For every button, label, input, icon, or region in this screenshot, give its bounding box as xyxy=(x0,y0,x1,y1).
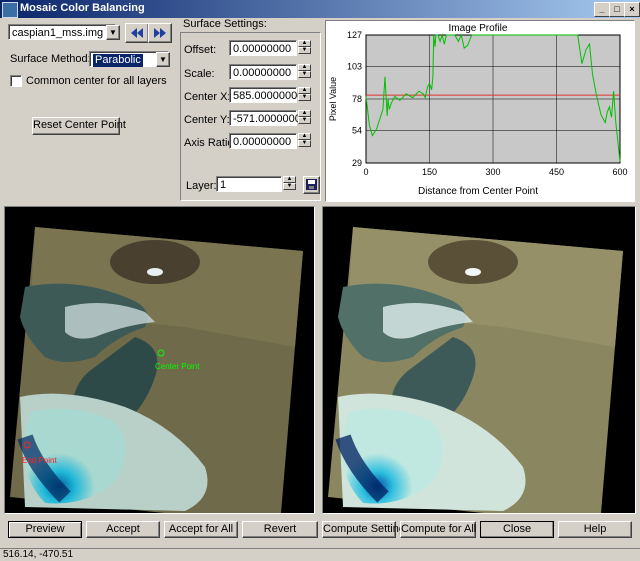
scale-spinner[interactable]: ▲ ▼ xyxy=(298,64,311,80)
x-tick-label: 300 xyxy=(485,167,500,177)
preview-image-canvas[interactable] xyxy=(323,207,635,513)
save-icon xyxy=(306,179,317,190)
salt-flat xyxy=(465,268,481,276)
center-x-label: Center X: xyxy=(184,91,231,103)
rewind-icon xyxy=(131,28,143,38)
minimize-button[interactable]: _ xyxy=(594,2,610,17)
next-image-button[interactable] xyxy=(148,23,172,43)
x-tick-label: 150 xyxy=(422,167,437,177)
close-button[interactable]: Close xyxy=(480,521,554,538)
image-select[interactable]: caspian1_mss.img xyxy=(8,24,116,40)
compute-for-all-button[interactable]: Compute for All xyxy=(400,521,476,538)
surface-method-value: Parabolic xyxy=(93,54,143,67)
center-y-label: Center Y: xyxy=(184,114,230,126)
scale-field[interactable]: 0.00000000 xyxy=(229,64,297,80)
y-tick-label: 103 xyxy=(347,61,362,71)
accept-button[interactable]: Accept xyxy=(86,521,160,538)
y-tick-label: 78 xyxy=(352,94,362,104)
center-x-spinner[interactable]: ▲ ▼ xyxy=(298,87,311,103)
title-bar: Mosaic Color Balancing _ □ × xyxy=(0,0,640,18)
chart-ylabel: Pixel Value xyxy=(328,77,338,121)
preview-button[interactable]: Preview xyxy=(8,521,82,538)
image-profile-chart: 0 150 300 450 600 127 103 78 54 29 Image Profile… xyxy=(328,23,628,197)
app-icon xyxy=(2,2,18,18)
dark-basin xyxy=(428,240,518,284)
cursor-coords: 516.14, -470.51 xyxy=(3,549,74,560)
common-center-label: Common center for all layers xyxy=(26,75,167,87)
offset-label: Offset: xyxy=(184,44,217,56)
compute-settings-button[interactable]: Compute Settings xyxy=(322,521,410,538)
dark-basin xyxy=(110,240,200,284)
fast-forward-icon xyxy=(154,28,166,38)
status-bar: 516.14, -470.51 xyxy=(0,548,640,561)
x-tick-label: 600 xyxy=(612,167,627,177)
center-x-field[interactable]: 585.00000000 xyxy=(229,87,303,103)
surface-method-dropdown-icon[interactable]: ▼ xyxy=(156,52,170,67)
image-select-value: caspian1_mss.img xyxy=(12,27,104,39)
source-image-canvas[interactable]: Center Point End Point xyxy=(5,207,314,513)
accept-for-all-button[interactable]: Accept for All xyxy=(164,521,238,538)
maximize-button[interactable]: □ xyxy=(609,2,625,17)
common-center-checkbox[interactable] xyxy=(10,75,22,87)
center-point-label: Center Point xyxy=(155,362,200,371)
x-tick-label: 0 xyxy=(363,167,368,177)
scale-label: Scale: xyxy=(184,68,215,80)
layer-label: Layer: xyxy=(186,180,217,192)
offset-spinner[interactable]: ▲ ▼ xyxy=(298,40,311,56)
offset-field[interactable]: 0.00000000 xyxy=(229,40,297,56)
axis-ratio-spinner[interactable]: ▲ ▼ xyxy=(298,133,311,149)
save-button[interactable] xyxy=(303,176,320,194)
source-image-panel[interactable]: Center Point End Point xyxy=(4,206,315,514)
chart-xlabel: Distance from Center Point xyxy=(418,186,538,197)
x-tick-label: 450 xyxy=(549,167,564,177)
preview-image-panel[interactable] xyxy=(322,206,636,514)
surface-method-label: Surface Method: xyxy=(10,53,91,65)
window-title: Mosaic Color Balancing xyxy=(20,2,145,14)
y-tick-label: 127 xyxy=(347,30,362,40)
y-tick-label: 29 xyxy=(352,158,362,168)
surface-settings-title: Surface Settings: xyxy=(183,18,267,30)
layer-field[interactable]: 1 xyxy=(216,176,282,192)
close-window-button[interactable]: × xyxy=(624,2,640,17)
center-y-spinner[interactable]: ▲ ▼ xyxy=(298,110,311,126)
help-button[interactable]: Help xyxy=(558,521,632,538)
center-y-field[interactable]: -571.00000000 xyxy=(229,110,307,126)
axis-ratio-field[interactable]: 0.00000000 xyxy=(229,133,297,149)
revert-button[interactable]: Revert xyxy=(242,521,318,538)
previous-image-button[interactable] xyxy=(125,23,149,43)
chart-title: Image Profile xyxy=(449,23,508,34)
y-tick-label: 54 xyxy=(352,125,362,135)
salt-flat xyxy=(147,268,163,276)
image-select-dropdown-icon[interactable]: ▼ xyxy=(106,25,120,40)
end-point-label: End Point xyxy=(22,456,57,465)
reset-center-point-button[interactable]: Reset Center Point xyxy=(32,117,126,135)
layer-spinner[interactable]: ▲ ▼ xyxy=(283,176,296,192)
